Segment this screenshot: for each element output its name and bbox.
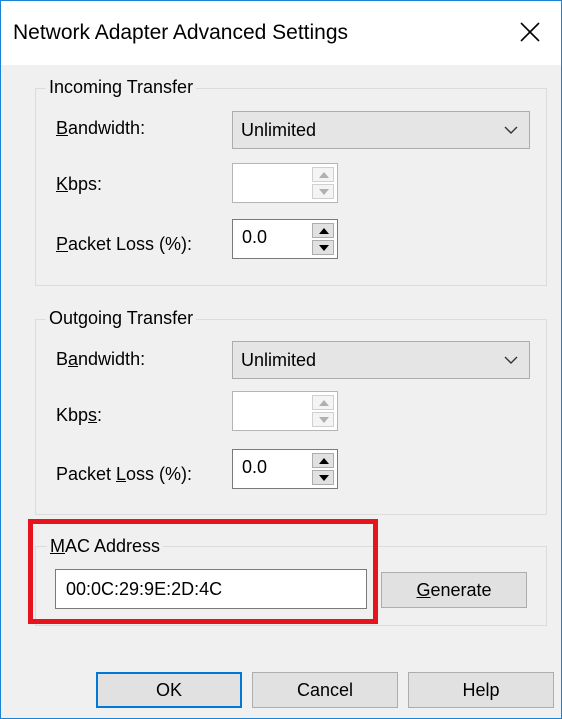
window-title: Network Adapter Advanced Settings [13, 21, 349, 44]
spin-down-icon [319, 475, 329, 481]
incoming-transfer-legend: Incoming Transfer [46, 77, 197, 98]
incoming-bandwidth-label: Bandwidth: [56, 118, 146, 138]
outgoing-transfer-legend: Outgoing Transfer [46, 308, 197, 329]
outgoing-kbps-up-button[interactable] [312, 395, 334, 410]
incoming-packet-loss-up-button[interactable] [312, 223, 334, 238]
dialog-window: Network Adapter Advanced Settings Incomi… [0, 0, 562, 719]
title-bar[interactable]: Network Adapter Advanced Settings [1, 1, 561, 65]
ok-button[interactable]: OK [96, 672, 242, 708]
spin-down-icon [319, 245, 329, 251]
cancel-button[interactable]: Cancel [252, 672, 398, 708]
outgoing-packet-loss-input[interactable]: 0.0 [232, 449, 338, 489]
close-icon [520, 22, 540, 42]
outgoing-kbps-label: Kbps: [56, 405, 103, 425]
spin-down-icon [319, 189, 329, 195]
incoming-kbps-input[interactable] [232, 163, 338, 203]
outgoing-kbps-down-button[interactable] [312, 412, 334, 427]
outgoing-packet-loss-label: Packet Loss (%): [56, 464, 193, 484]
outgoing-bandwidth-select[interactable]: Unlimited [232, 341, 530, 379]
generate-button[interactable]: Generate [381, 572, 527, 608]
spin-up-icon [319, 228, 329, 234]
mac-address-highlight [28, 519, 378, 624]
close-button[interactable] [501, 1, 561, 65]
outgoing-packet-loss-up-button[interactable] [312, 453, 334, 468]
outgoing-kbps-input[interactable] [232, 391, 338, 431]
chevron-down-icon [504, 356, 518, 364]
outgoing-bandwidth-label: Bandwidth: [56, 349, 146, 369]
incoming-packet-loss-spinner [312, 223, 334, 255]
spin-down-icon [319, 417, 329, 423]
incoming-packet-loss-label: Packet Loss (%): [56, 234, 193, 254]
incoming-kbps-spinner [312, 167, 334, 199]
chevron-down-icon [504, 126, 518, 134]
incoming-packet-loss-down-button[interactable] [312, 240, 334, 255]
spin-up-icon [319, 400, 329, 406]
outgoing-packet-loss-value: 0.0 [242, 457, 268, 477]
outgoing-bandwidth-value: Unlimited [241, 350, 317, 370]
spin-up-icon [319, 458, 329, 464]
outgoing-kbps-spinner [312, 395, 334, 427]
incoming-kbps-label: Kbps: [56, 174, 103, 194]
incoming-packet-loss-value: 0.0 [242, 227, 268, 247]
help-button[interactable]: Help [408, 672, 554, 708]
incoming-kbps-down-button[interactable] [312, 184, 334, 199]
outgoing-packet-loss-down-button[interactable] [312, 470, 334, 485]
spin-up-icon [319, 172, 329, 178]
incoming-bandwidth-select[interactable]: Unlimited [232, 111, 530, 149]
incoming-kbps-up-button[interactable] [312, 167, 334, 182]
incoming-bandwidth-value: Unlimited [241, 120, 317, 140]
outgoing-packet-loss-spinner [312, 453, 334, 485]
incoming-packet-loss-input[interactable]: 0.0 [232, 219, 338, 259]
